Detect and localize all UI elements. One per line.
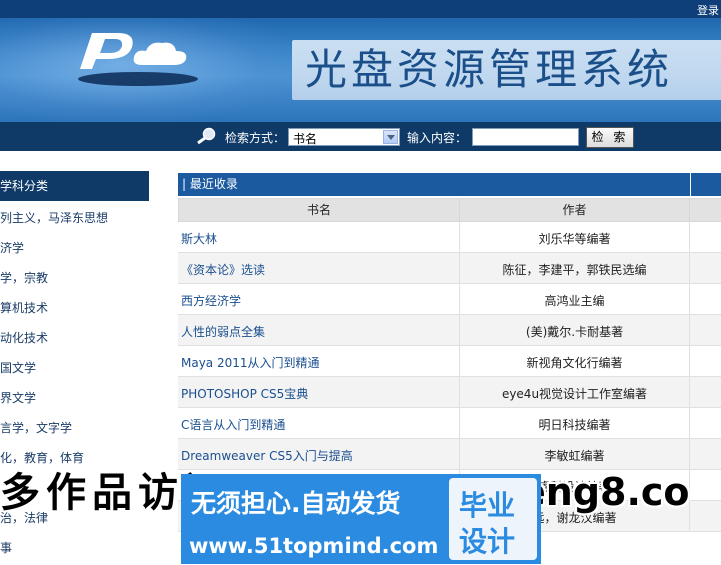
table-row: 《资本论》选读 陈征，李建平，郭铁民选编 bbox=[178, 253, 721, 284]
system-title: 光盘资源管理系统 bbox=[305, 45, 674, 94]
category-item[interactable]: 言学，文字学 bbox=[0, 413, 160, 443]
search-button[interactable]: 检 索 bbox=[586, 127, 634, 148]
category-item[interactable]: 列主义，马泽东思想 bbox=[0, 203, 160, 233]
chevron-down-icon[interactable] bbox=[383, 130, 398, 144]
book-author: 陈征，李建平，郭铁民选编 bbox=[502, 263, 647, 277]
login-link[interactable]: 登录 bbox=[697, 2, 719, 18]
cell-divider bbox=[689, 284, 690, 315]
cell-divider bbox=[689, 377, 690, 408]
search-bar: 检索方式： 书名 输入内容： 检 索 bbox=[0, 122, 721, 151]
search-input-label: 输入内容： bbox=[407, 131, 468, 145]
book-author: 刘乐华等编著 bbox=[538, 232, 611, 246]
category-item[interactable]: 事 bbox=[0, 533, 160, 563]
table-row: 人性的弱点全集 (美)戴尔.卡耐基著 bbox=[178, 315, 721, 346]
table-row: 斯大林 刘乐华等编著 bbox=[178, 222, 721, 253]
column-header-author: 作者 bbox=[459, 198, 690, 222]
watermark-line2: www.51topmind.com bbox=[189, 534, 439, 558]
cell-divider bbox=[689, 439, 690, 470]
book-author: 李敏虹编著 bbox=[544, 449, 605, 463]
book-title-link[interactable]: 斯大林 bbox=[181, 230, 217, 247]
column-header-extra bbox=[689, 198, 721, 222]
section-header-extension bbox=[691, 173, 721, 196]
cell-divider bbox=[689, 222, 690, 253]
book-title-link[interactable]: PHOTOSHOP CS5宝典 bbox=[181, 385, 308, 402]
table-row: C语言从入门到精通 明日科技编著 bbox=[178, 408, 721, 439]
book-title-link[interactable]: Maya 2011从入门到精通 bbox=[181, 354, 320, 371]
category-item[interactable]: 学，宗教 bbox=[0, 263, 160, 293]
book-title-link[interactable]: 人性的弱点全集 bbox=[181, 323, 265, 340]
column-header-title: 书名 bbox=[178, 198, 460, 222]
category-item[interactable]: 算机技术 bbox=[0, 293, 160, 323]
watermark-text-right: eng8.co bbox=[520, 470, 690, 514]
app-window: 登录 光盘资源管理系统 检索方式： 书名 输入内容： 检 索 学科分类 列主义，… bbox=[0, 0, 721, 565]
book-author: 明日科技编著 bbox=[538, 418, 611, 432]
cell-divider bbox=[689, 315, 690, 346]
category-item[interactable]: 济学 bbox=[0, 233, 160, 263]
table-row: PHOTOSHOP CS5宝典 eye4u视觉设计工作室编著 bbox=[178, 377, 721, 408]
book-author: (美)戴尔.卡耐基著 bbox=[525, 325, 624, 339]
category-item[interactable]: 国文学 bbox=[0, 353, 160, 383]
table-row: Dreamweaver CS5入门与提高 李敏虹编著 bbox=[178, 439, 721, 470]
watermark-badge-top: 毕业 bbox=[459, 489, 516, 522]
top-strip: 登录 bbox=[0, 0, 721, 18]
table-row: 西方经济学 高鸿业主编 bbox=[178, 284, 721, 315]
book-author: 新视角文化行编著 bbox=[526, 356, 623, 370]
recent-section-title: | 最近收录 bbox=[178, 173, 690, 196]
table-row: Maya 2011从入门到精通 新视角文化行编著 bbox=[178, 346, 721, 377]
logo-icon bbox=[78, 33, 198, 86]
category-item[interactable]: 界文学 bbox=[0, 383, 160, 413]
search-method-select[interactable]: 书名 bbox=[288, 128, 400, 146]
book-author: 高鸿业主编 bbox=[544, 294, 605, 308]
book-title-link[interactable]: 西方经济学 bbox=[181, 292, 241, 309]
book-author: eye4u视觉设计工作室编著 bbox=[501, 387, 648, 401]
search-input[interactable] bbox=[472, 128, 579, 146]
watermark-banner: 无须担心.自动发货 www.51topmind.com 毕业 设计 bbox=[181, 474, 541, 564]
category-header: 学科分类 bbox=[0, 171, 149, 201]
category-item[interactable]: 动化技术 bbox=[0, 323, 160, 353]
cell-divider bbox=[689, 346, 690, 377]
cell-divider bbox=[689, 408, 690, 439]
book-title-link[interactable]: 《资本论》选读 bbox=[181, 261, 265, 278]
book-title-link[interactable]: C语言从入门到精通 bbox=[181, 416, 285, 433]
watermark-badge: 毕业 设计 bbox=[449, 478, 537, 560]
watermark-badge-bottom: 设计 bbox=[459, 525, 516, 558]
cell-divider bbox=[689, 253, 690, 284]
watermark-line1: 无须担心.自动发货 bbox=[191, 489, 401, 518]
magnifier-icon bbox=[197, 127, 216, 145]
header-banner: 光盘资源管理系统 bbox=[0, 18, 721, 122]
search-method-value: 书名 bbox=[293, 132, 318, 146]
search-method-label: 检索方式： bbox=[225, 131, 286, 145]
